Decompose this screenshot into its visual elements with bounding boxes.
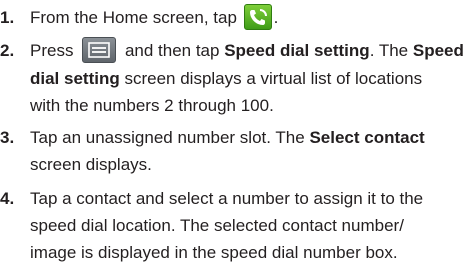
phone-icon bbox=[243, 3, 272, 30]
instruction-steps: 1. From the Home screen, tap . 2. Press bbox=[0, 0, 468, 272]
step-text: Tap an unassigned number slot. The Selec… bbox=[30, 124, 468, 178]
step-number: 4. bbox=[0, 189, 15, 208]
step-text-line: image is displayed in the speed dial num… bbox=[30, 243, 398, 262]
step-bold-text: Speed dial setting bbox=[224, 41, 370, 60]
step-text-segment: Tap an unassigned number slot. The bbox=[30, 128, 305, 147]
step-text-segment: . The bbox=[369, 41, 409, 60]
step-text-segment: screen displays a virtual list of locati… bbox=[124, 68, 423, 88]
step-text: From the Home screen, tap . bbox=[30, 3, 468, 32]
step-text-segment: From the Home screen, tap bbox=[30, 8, 237, 27]
step-text-segment: and then tap bbox=[124, 41, 220, 60]
step-number: 3. bbox=[0, 128, 15, 147]
step-text-line: Tap a contact and select a number to ass… bbox=[30, 189, 424, 208]
step-bold-text: dial setting bbox=[30, 68, 120, 88]
step-text: Press and then tap Speed dial setting. T… bbox=[30, 36, 468, 119]
step-text-segment: . bbox=[273, 8, 279, 27]
menu-icon bbox=[82, 36, 117, 63]
step-number: 2. bbox=[0, 41, 15, 60]
step-text-segment: Press bbox=[30, 41, 74, 60]
step-bold-text: Select contact bbox=[309, 128, 425, 147]
step-number: 1. bbox=[0, 8, 15, 27]
step-text-line: speed dial location. The selected contac… bbox=[30, 216, 404, 235]
step-text: Tap a contact and select a number to ass… bbox=[30, 185, 468, 266]
step-text-line: screen displays. bbox=[30, 155, 152, 174]
step-text-line: with the numbers 2 through 100. bbox=[30, 95, 274, 115]
step-bold-text: Speed bbox=[412, 41, 464, 60]
